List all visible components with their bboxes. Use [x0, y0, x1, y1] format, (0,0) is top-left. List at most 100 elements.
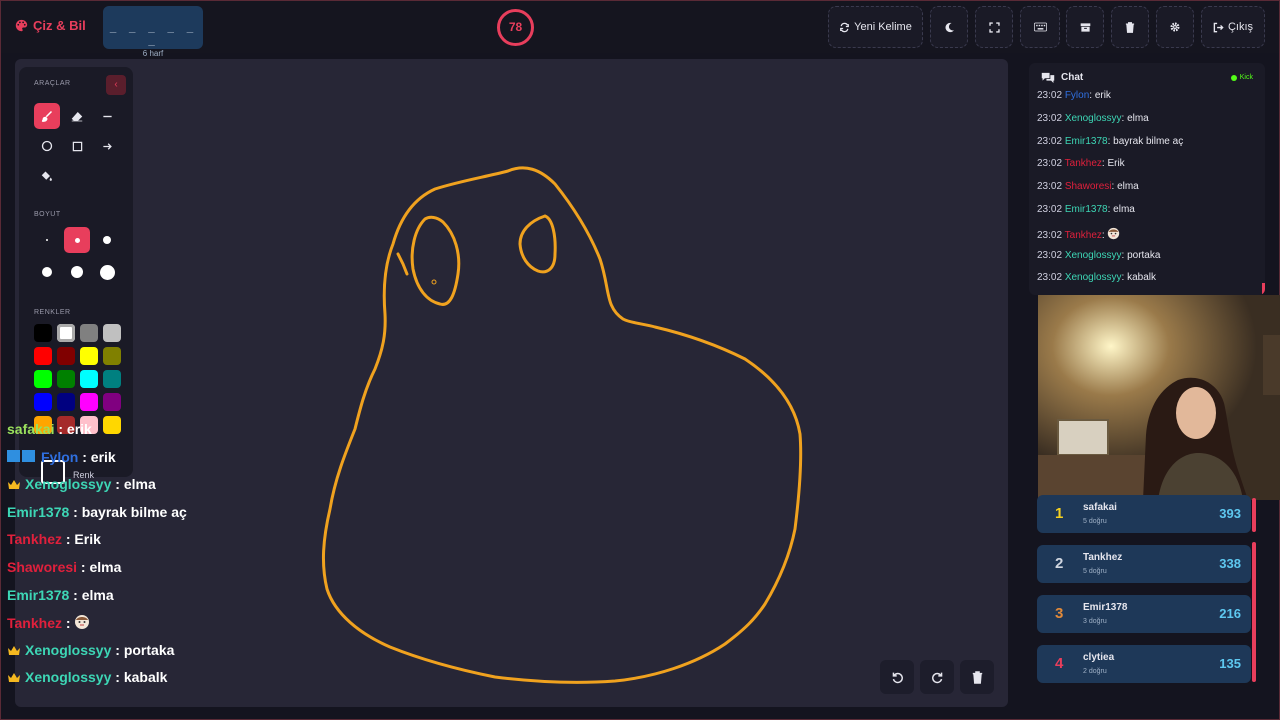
color-swatch[interactable] [80, 347, 98, 365]
chat-message: : Erik [61, 531, 101, 548]
color-swatch[interactable] [34, 370, 52, 388]
overlay-chat-line: Xenoglossyy : elma [7, 476, 156, 492]
color-swatch[interactable] [80, 324, 98, 342]
chat-timestamp: 23:02 [1037, 112, 1063, 124]
leaderboard-scrollbar[interactable] [1252, 542, 1256, 682]
redo-button[interactable] [920, 660, 954, 694]
overlay-chat-line: Tankhez : Erik [7, 531, 101, 547]
exit-button[interactable]: Çıkış [1201, 6, 1265, 48]
circle-tool[interactable] [34, 133, 60, 159]
chat-username: Shaworesi [7, 559, 78, 575]
overlay-chat-line: Tankhez : [7, 614, 90, 631]
webcam-feed [1038, 295, 1280, 500]
live-dot-icon [1230, 74, 1237, 81]
color-swatch[interactable] [57, 393, 75, 411]
color-swatch[interactable] [57, 370, 75, 388]
eraser-icon [71, 111, 83, 121]
player-correct-count: 5 doğru [1083, 568, 1107, 575]
line-tool[interactable] [94, 103, 120, 129]
size-dot-icon [103, 236, 111, 244]
chat-message: : elma [1111, 181, 1139, 193]
fill-tool[interactable] [34, 163, 60, 189]
arrow-right-icon [102, 142, 112, 150]
color-swatch[interactable] [103, 393, 121, 411]
fullscreen-button[interactable] [975, 6, 1013, 48]
chat-timestamp: 23:02 [1037, 204, 1063, 215]
chat-timestamp: 23:02 [1037, 229, 1063, 241]
size-option[interactable] [34, 227, 60, 253]
overlay-chat-line: Fylon : erik [7, 449, 116, 465]
word-mask: _ _ _ _ _ _ [109, 20, 197, 46]
chat-message: : portaka [111, 641, 175, 658]
color-swatch[interactable] [80, 393, 98, 411]
chat-username: Emir1378 [7, 586, 70, 603]
new-word-button[interactable]: Yeni Kelime [828, 6, 923, 48]
arrow-tool[interactable] [94, 133, 120, 159]
theme-toggle-button[interactable] [930, 6, 968, 48]
chat-scrollbar[interactable] [1262, 283, 1265, 295]
chat-message: : bayrak bilme aç [69, 503, 187, 520]
tools-panel: ARAÇLAR ‹ BOYUT RENKLER [19, 67, 133, 484]
size-option[interactable] [94, 259, 120, 285]
drawing-canvas[interactable] [15, 59, 1008, 707]
color-swatch[interactable] [103, 347, 121, 365]
color-swatch[interactable] [103, 370, 121, 388]
size-option[interactable] [34, 259, 60, 285]
webcam-image [1038, 295, 1280, 500]
collapse-tools-button[interactable]: ‹ [106, 75, 126, 95]
color-swatch[interactable] [103, 416, 121, 434]
chat-message: : elma [111, 476, 156, 493]
player-name: Emir1378 [1083, 602, 1128, 613]
minus-icon [102, 115, 112, 117]
brush-tool[interactable] [34, 103, 60, 129]
chat-line: 23:02 Xenoglossyy: kabalk [1037, 272, 1156, 283]
archive-button[interactable] [1066, 6, 1104, 48]
chat-username: Xenoglossyy [25, 669, 112, 686]
color-swatch[interactable] [34, 347, 52, 365]
top-bar: Çiz & Bil _ _ _ _ _ _ 6 harf 78 Yeni Kel… [1, 1, 1279, 58]
chat-username: Xenoglossyy [1064, 112, 1122, 124]
player-correct-count: 5 doğru [1083, 518, 1107, 525]
delete-button[interactable] [1111, 6, 1149, 48]
player-correct-count: 2 doğru [1083, 668, 1107, 675]
undo-button[interactable] [880, 660, 914, 694]
player-rank: 3 [1055, 605, 1064, 622]
gear-icon [1170, 22, 1180, 32]
color-swatch[interactable] [80, 370, 98, 388]
archive-icon [1080, 22, 1090, 32]
overlay-chat-line: Xenoglossyy : kabalk [7, 669, 167, 685]
color-swatch[interactable] [103, 324, 121, 342]
overlay-chat-line: Emir1378 : elma [7, 587, 114, 603]
size-option[interactable] [94, 227, 120, 253]
letter-count: 6 harf [142, 49, 164, 58]
drawn-stroke-left-eye-tail [396, 252, 409, 276]
chat-message: : elma [1121, 112, 1149, 124]
leaderboard-row: 2 Tankhez 5 doğru 338 [1037, 545, 1251, 583]
refresh-icon [840, 22, 850, 32]
chat-username: Shaworesi [1064, 181, 1112, 193]
chat-username: Emir1378 [7, 503, 70, 520]
drawn-dot [431, 279, 437, 285]
player-score: 216 [1219, 606, 1241, 621]
size-option[interactable] [64, 227, 90, 253]
crown-icon [8, 673, 20, 683]
keyboard-button[interactable] [1020, 6, 1060, 48]
color-swatch[interactable] [34, 393, 52, 411]
size-dot-icon [74, 237, 80, 243]
color-swatch[interactable] [34, 324, 52, 342]
color-swatch[interactable] [57, 324, 75, 342]
size-option[interactable] [64, 259, 90, 285]
platform-label: Kick [1239, 74, 1253, 81]
exit-label: Çıkış [1227, 21, 1254, 33]
eraser-tool[interactable] [64, 103, 90, 129]
square-icon [72, 141, 82, 151]
color-swatch[interactable] [57, 347, 75, 365]
clear-canvas-button[interactable] [960, 660, 994, 694]
chat-message: : kabalk [1121, 272, 1156, 284]
crown-icon [8, 480, 20, 490]
rectangle-tool[interactable] [64, 133, 90, 159]
tools-section-title: ARAÇLAR [34, 80, 71, 87]
chat-message: : elma [77, 559, 122, 575]
settings-button[interactable] [1156, 6, 1194, 48]
chat-username: Fylon [41, 448, 79, 465]
